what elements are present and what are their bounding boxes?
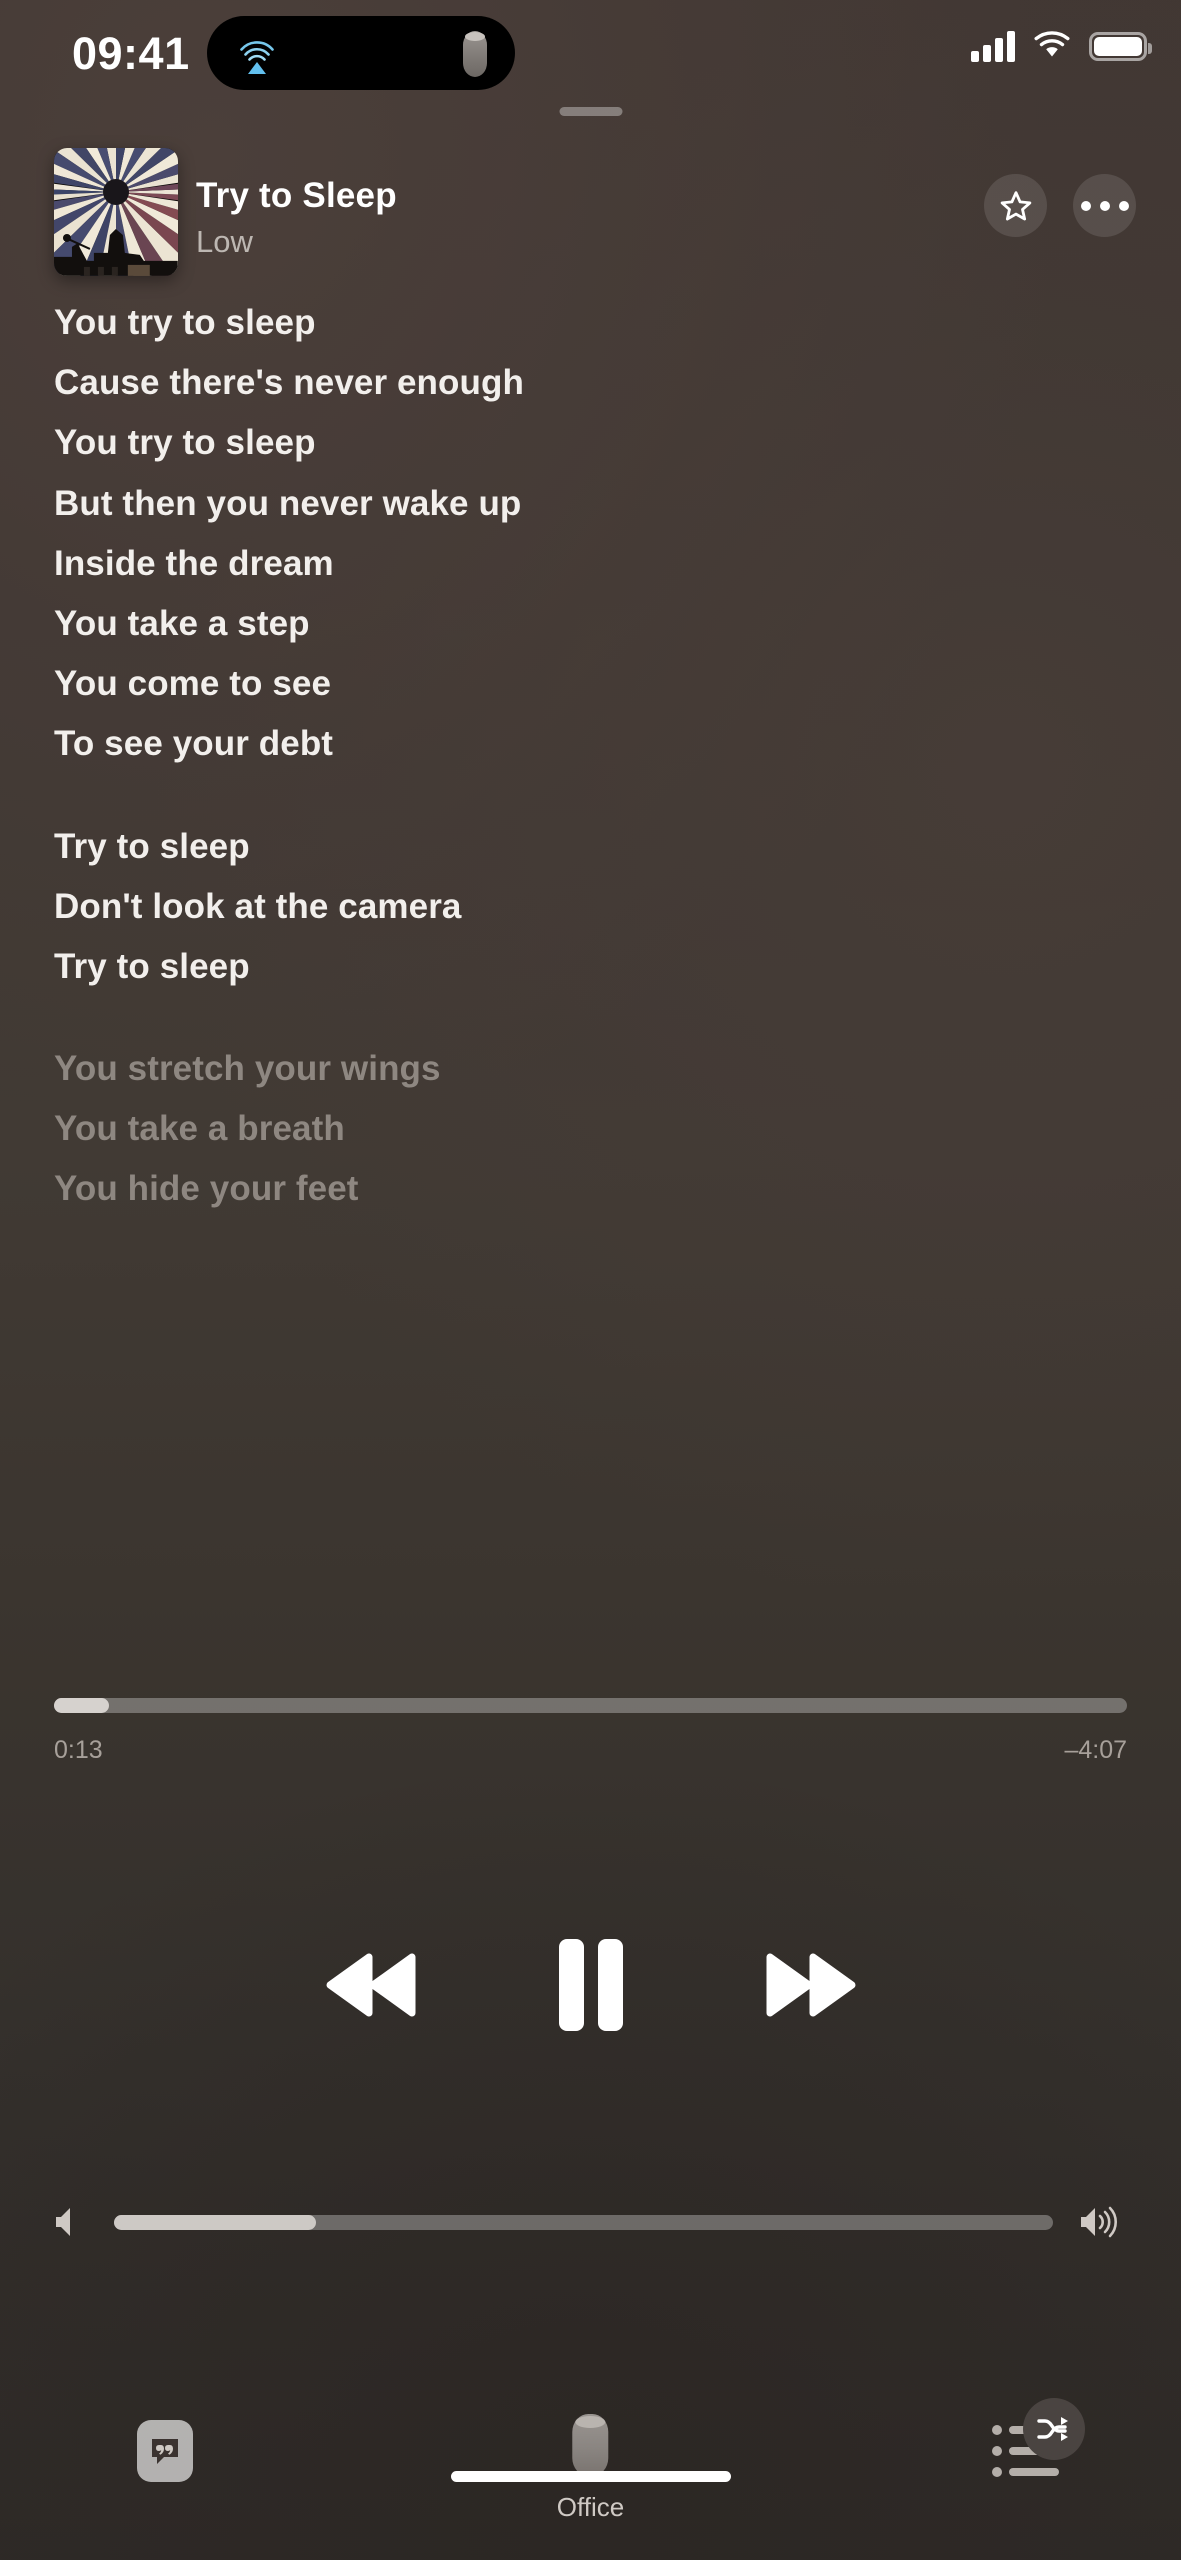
- transport-controls: [0, 1900, 1181, 2070]
- track-artist: Low: [196, 224, 253, 259]
- status-bar-clock: 09:41: [72, 28, 190, 79]
- home-indicator[interactable]: [450, 2471, 731, 2482]
- album-artwork[interactable]: [54, 148, 178, 276]
- rewind-icon: [326, 1953, 415, 2017]
- progress-fill: [54, 1698, 109, 1713]
- lyrics-quote-icon: [137, 2420, 193, 2482]
- queue-button[interactable]: [991, 2398, 1085, 2482]
- battery-icon: [1089, 31, 1152, 61]
- volume-fill: [114, 2214, 316, 2230]
- artwork-silhouette: [54, 229, 178, 276]
- lyric-line[interactable]: Try to sleep: [54, 944, 1127, 990]
- shuffle-icon: [1037, 2417, 1068, 2441]
- quote-bubble-icon: [152, 2439, 178, 2464]
- lyric-line[interactable]: You try to sleep: [54, 420, 1127, 466]
- lyric-line[interactable]: Inside the dream: [54, 541, 1127, 587]
- airplay-icon: [240, 41, 274, 74]
- playback-progress: 0:13 –4:07: [54, 1698, 1127, 1765]
- lyric-line[interactable]: You try to sleep: [54, 300, 1127, 346]
- volume-slider[interactable]: [114, 2214, 1053, 2230]
- remaining-time: –4:07: [1064, 1736, 1127, 1764]
- star-icon: [1000, 190, 1031, 220]
- lyric-line[interactable]: You take a step: [54, 601, 1127, 647]
- homepod-icon: [463, 31, 487, 77]
- volume-control: [54, 2202, 1127, 2242]
- speaker-high-icon: [1081, 2206, 1117, 2238]
- dynamic-island[interactable]: [207, 16, 515, 90]
- ellipsis-icon: [1080, 200, 1129, 211]
- lyric-line[interactable]: To see your debt: [54, 721, 1127, 767]
- shuffle-button[interactable]: [1023, 2398, 1085, 2460]
- lyric-line[interactable]: Try to sleep: [54, 824, 1127, 870]
- wifi-icon: [1034, 31, 1070, 57]
- lyric-line[interactable]: Don't look at the camera: [54, 884, 1127, 930]
- track-info: Try to Sleep Low: [196, 176, 397, 260]
- lyric-line[interactable]: Cause there's never enough: [54, 360, 1127, 406]
- lyric-line[interactable]: You come to see: [54, 661, 1127, 707]
- lyrics-toggle-button[interactable]: [137, 2420, 193, 2482]
- status-bar: 09:41: [0, 0, 1181, 105]
- speaker-low-icon: [56, 2208, 70, 2236]
- lyric-line[interactable]: But then you never wake up: [54, 481, 1127, 527]
- lyric-spacer: [54, 782, 1127, 810]
- play-pause-button[interactable]: [476, 1939, 706, 2031]
- bottom-bar: Office: [0, 2370, 1181, 2522]
- header-actions: [984, 174, 1136, 237]
- cellular-signal-icon: [971, 30, 1015, 62]
- lyric-line[interactable]: You hide your feet: [54, 1166, 1127, 1212]
- audio-output-label: Office: [556, 2492, 625, 2522]
- now-playing-screen: 09:41 Try to Sleep Low You try to sleep …: [0, 0, 1181, 2560]
- homepod-icon: [572, 2414, 609, 2476]
- lyric-spacer: [54, 1004, 1127, 1032]
- sheet-grabber[interactable]: [559, 107, 622, 116]
- previous-track-button[interactable]: [266, 1947, 476, 2023]
- fast-forward-icon: [766, 1953, 855, 2017]
- next-track-button[interactable]: [706, 1947, 916, 2023]
- lyric-line[interactable]: You stretch your wings: [54, 1046, 1127, 1092]
- pause-icon: [558, 1939, 623, 2031]
- elapsed-time: 0:13: [54, 1736, 103, 1764]
- status-bar-indicators: [971, 30, 1152, 62]
- progress-slider[interactable]: [54, 1698, 1127, 1713]
- lyrics-panel[interactable]: You try to sleep Cause there's never enou…: [0, 300, 1181, 1665]
- time-labels: 0:13 –4:07: [54, 1736, 1127, 1765]
- now-playing-header: Try to Sleep Low: [0, 148, 1181, 280]
- track-title: Try to Sleep: [196, 176, 397, 215]
- lyric-line[interactable]: You take a breath: [54, 1106, 1127, 1152]
- favorite-button[interactable]: [984, 174, 1047, 237]
- audio-output-button[interactable]: Office: [557, 2414, 624, 2523]
- more-options-button[interactable]: [1073, 174, 1136, 237]
